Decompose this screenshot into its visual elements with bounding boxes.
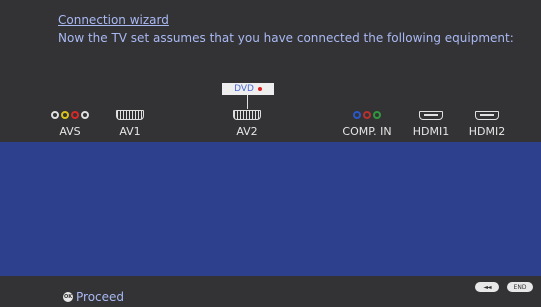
wizard-title: Connection wizard <box>58 13 169 27</box>
dvd-connector-line <box>247 95 248 109</box>
proceed-label: Proceed <box>76 290 125 304</box>
connector-label-hdmi1: HDMI1 <box>412 125 450 138</box>
connector-hdmi2: HDMI2 <box>452 110 522 138</box>
wizard-subtitle: Now the TV set assumes that you have con… <box>58 31 514 45</box>
scart-icon <box>233 110 261 120</box>
rewind-button[interactable]: ◄◄ <box>475 282 499 292</box>
content-panel <box>0 142 541 276</box>
dvd-device-tag: DVD <box>222 83 274 95</box>
hdmi-icon <box>475 110 499 120</box>
hdmi-icon <box>419 110 443 120</box>
component-rca-icon <box>352 110 382 120</box>
connector-av2: AV2 <box>212 110 282 138</box>
tv-screen: Connection wizard Now the TV set assumes… <box>0 0 541 307</box>
avs-connector-icon <box>50 110 90 120</box>
end-button[interactable]: END <box>507 282 533 292</box>
connector-label-comp-in: COMP. IN <box>342 125 392 138</box>
connector-label-av2: AV2 <box>236 125 258 138</box>
connector-av1: AV1 <box>95 110 165 138</box>
connector-label-hdmi2: HDMI2 <box>468 125 506 138</box>
scart-icon <box>116 110 144 120</box>
connector-comp-in: COMP. IN <box>332 110 402 138</box>
ok-button-icon: OK <box>63 292 73 302</box>
dvd-indicator-dot <box>257 87 262 91</box>
dvd-tag-label: DVD <box>234 84 254 94</box>
connector-label-av1: AV1 <box>119 125 141 138</box>
proceed-button[interactable]: OK Proceed <box>63 290 124 304</box>
connector-label-avs: AVS <box>59 125 81 138</box>
